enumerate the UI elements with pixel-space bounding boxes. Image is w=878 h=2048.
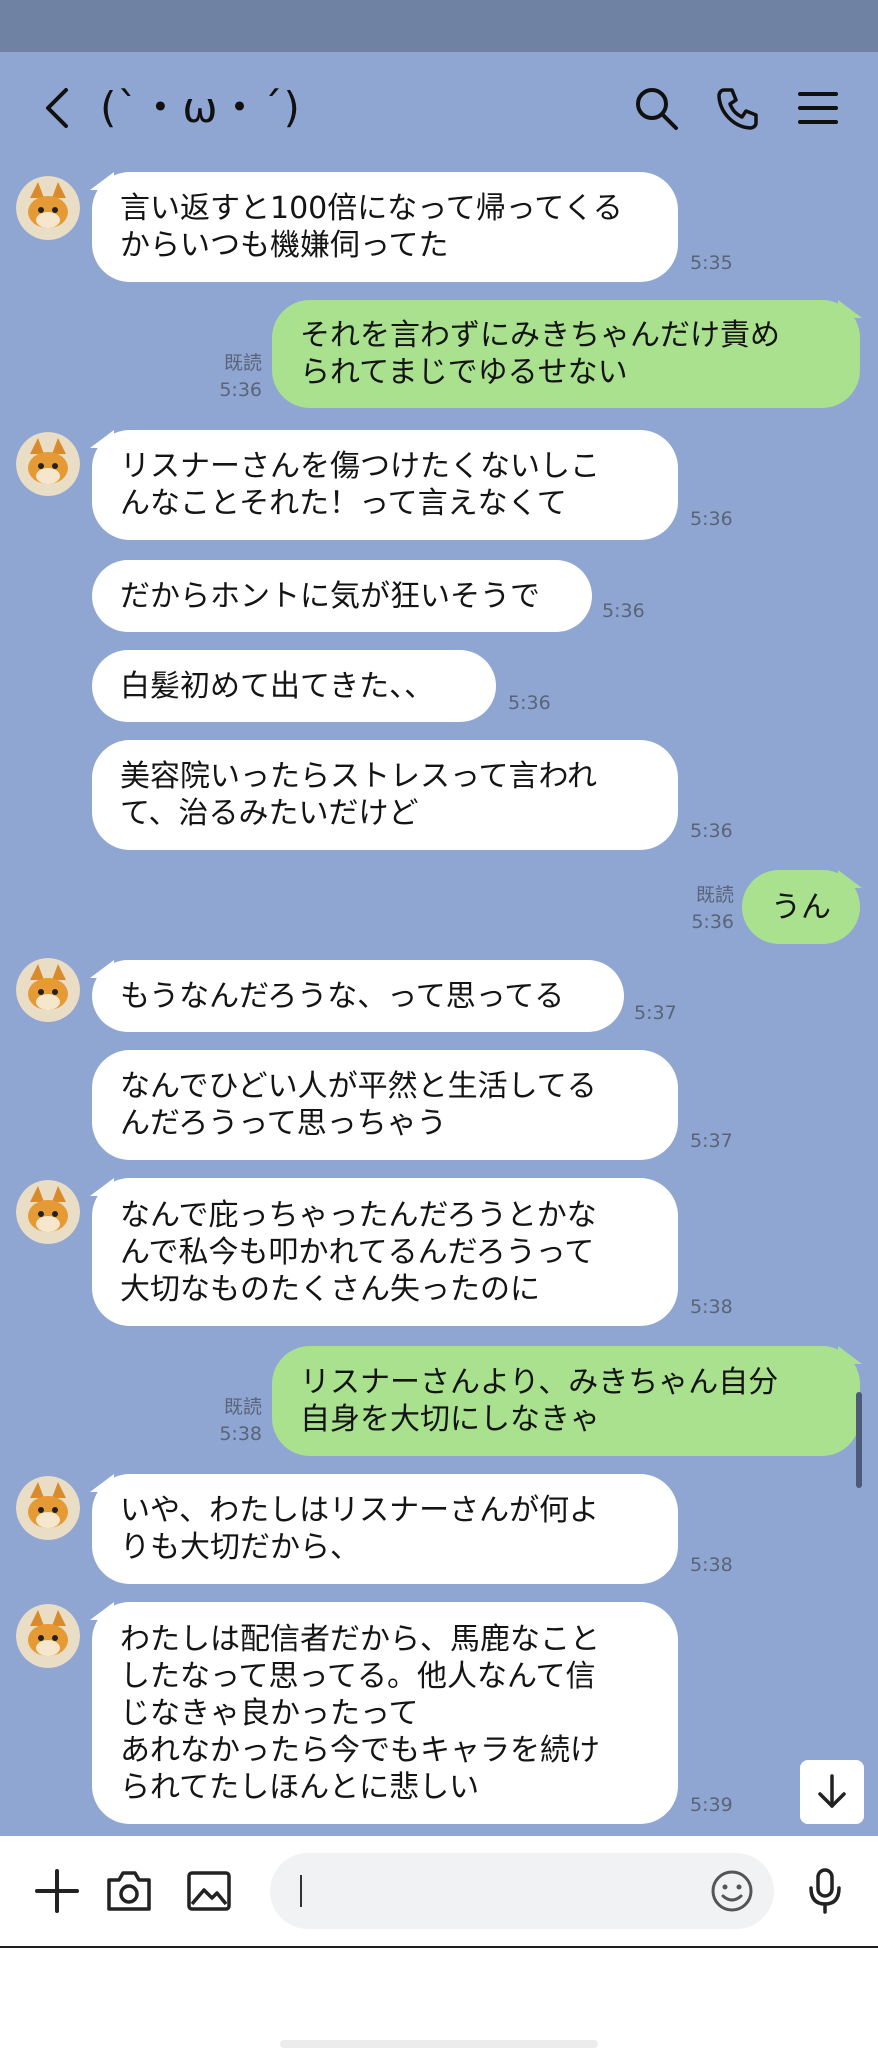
message-time: 5:36	[602, 600, 645, 622]
avatar[interactable]	[16, 1604, 80, 1668]
fox-avatar-icon	[16, 432, 80, 496]
message-time: 5:39	[690, 1794, 733, 1816]
fox-avatar-icon	[16, 1476, 80, 1540]
read-receipt: 既読 5:36	[219, 352, 262, 401]
message-bubble: もうなんだろうな、って思ってる	[92, 960, 624, 1032]
message-bubble: なんでひどい人が平然と生活してる んだろうって思っちゃう	[92, 1050, 678, 1160]
menu-icon[interactable]	[794, 84, 842, 132]
message-bubble: 美容院いったらストレスって言われ て、治るみたいだけど	[92, 740, 678, 850]
chat-header: (`・ω・´)	[0, 52, 878, 164]
avatar[interactable]	[16, 432, 80, 496]
bottom-area	[0, 1948, 878, 2048]
avatar[interactable]	[16, 1180, 80, 1244]
avatar[interactable]	[16, 176, 80, 240]
search-icon[interactable]	[632, 84, 680, 132]
read-receipt: 既読 5:36	[691, 884, 734, 933]
plus-icon[interactable]	[32, 1866, 82, 1916]
message-bubble: なんで庇っちゃったんだろうとかな んで私今も叩かれてるんだろうって 大切なものた…	[92, 1178, 678, 1326]
fox-avatar-icon	[16, 1180, 80, 1244]
message-bubble: リスナーさんより、みきちゃん自分 自身を大切にしなきゃ	[272, 1346, 860, 1456]
message-time: 5:35	[690, 252, 733, 274]
message-bubble: 言い返すと100倍になって帰ってくる からいつも機嫌伺ってた	[92, 172, 678, 282]
fox-avatar-icon	[16, 1604, 80, 1668]
message-time: 5:36	[690, 820, 733, 842]
message-time: 5:37	[634, 1002, 677, 1024]
message-time: 5:36	[690, 508, 733, 530]
read-receipt: 既読 5:38	[219, 1396, 262, 1445]
message-input[interactable]	[270, 1853, 774, 1929]
fox-avatar-icon	[16, 176, 80, 240]
emoji-icon[interactable]	[710, 1869, 754, 1913]
microphone-icon[interactable]	[800, 1866, 850, 1916]
message-bubble: リスナーさんを傷つけたくないしこ んなことそれた！って言えなくて	[92, 430, 678, 540]
chat-area[interactable]: (`・ω・´) 言い返すと100倍になって帰ってくる からいつも機嫌伺ってた 5…	[0, 52, 878, 1836]
image-icon[interactable]	[184, 1866, 234, 1916]
message-time: 5:38	[690, 1554, 733, 1576]
message-time: 5:38	[690, 1296, 733, 1318]
camera-icon[interactable]	[104, 1866, 154, 1916]
status-bar	[0, 0, 878, 52]
chat-title: (`・ω・´)	[100, 83, 301, 132]
message-bubble: いや、わたしはリスナーさんが何よ りも大切だから、	[92, 1474, 678, 1584]
text-caret	[300, 1875, 302, 1907]
arrow-down-icon	[818, 1774, 846, 1808]
avatar[interactable]	[16, 1476, 80, 1540]
message-bubble: だからホントに気が狂いそうで	[92, 560, 592, 632]
message-bubble: 白髪初めて出てきた、、	[92, 650, 496, 722]
message-bubble: それを言わずにみきちゃんだけ責め られてまじでゆるせない	[272, 300, 860, 408]
message-time: 5:37	[690, 1130, 733, 1152]
message-time: 5:36	[508, 692, 551, 714]
fox-avatar-icon	[16, 958, 80, 1022]
scrollbar[interactable]	[856, 1392, 862, 1488]
scroll-to-bottom-button[interactable]	[800, 1760, 864, 1824]
message-input-bar	[0, 1836, 878, 1946]
home-indicator	[280, 2040, 598, 2048]
message-bubble: うん	[742, 870, 860, 944]
avatar[interactable]	[16, 958, 80, 1022]
phone-icon[interactable]	[714, 84, 762, 132]
message-bubble: わたしは配信者だから、馬鹿なこと したなって思ってる。他人なんて信 じなきゃ良か…	[92, 1602, 678, 1824]
back-icon[interactable]	[38, 86, 78, 130]
